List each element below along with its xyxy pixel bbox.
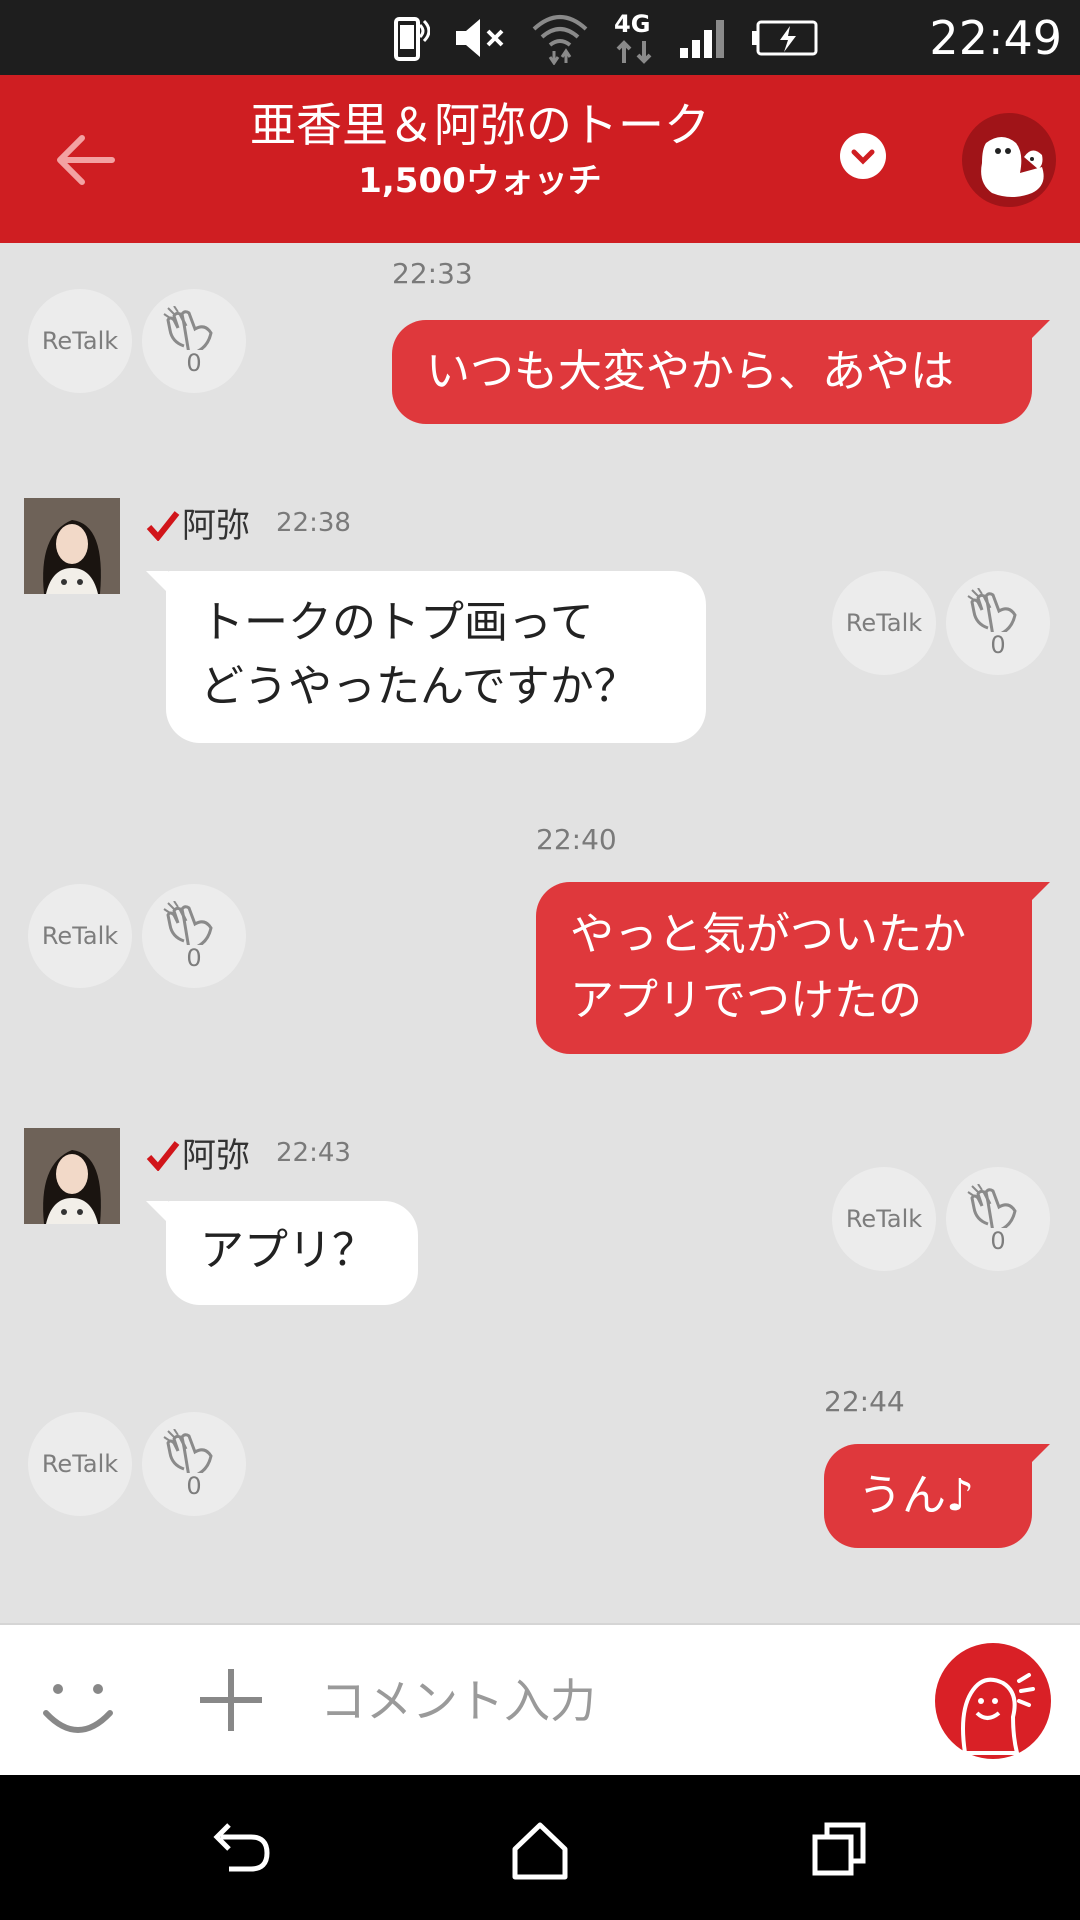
4g-icon: 4G bbox=[612, 11, 656, 65]
retalk-label: ReTalk bbox=[845, 1205, 923, 1233]
message-bubble-outgoing[interactable]: やっと気がついたか アプリでつけたの bbox=[536, 882, 1050, 1054]
clap-count: 0 bbox=[990, 631, 1006, 659]
shout-button[interactable] bbox=[935, 1643, 1051, 1759]
retalk-button[interactable]: ReTalk bbox=[832, 571, 936, 675]
clap-button[interactable]: 0 bbox=[946, 571, 1050, 675]
signal-icon bbox=[680, 19, 724, 58]
clap-button[interactable]: 0 bbox=[142, 1412, 246, 1516]
message-time: 22:38 bbox=[276, 508, 351, 538]
sender-avatar[interactable] bbox=[24, 1128, 120, 1224]
home-icon[interactable] bbox=[505, 1815, 575, 1885]
talk-title: 亜香里＆阿弥のトーク bbox=[250, 98, 710, 152]
plus-icon[interactable] bbox=[196, 1665, 266, 1735]
avatar-photo bbox=[24, 498, 120, 594]
smiley-icon[interactable] bbox=[40, 1665, 116, 1741]
message-time: 22:44 bbox=[824, 1385, 905, 1418]
retalk-label: ReTalk bbox=[845, 609, 923, 637]
message-time: 22:33 bbox=[392, 257, 473, 290]
talk-avatar[interactable] bbox=[962, 113, 1056, 207]
clap-icon bbox=[967, 1184, 1017, 1228]
message-bubble-incoming[interactable]: アプリ？ bbox=[146, 1201, 418, 1305]
clap-button[interactable]: 0 bbox=[946, 1167, 1050, 1271]
status-bar: 4G 22:49 bbox=[0, 0, 1080, 75]
back-nav-icon[interactable] bbox=[205, 1815, 275, 1885]
verified-check-icon bbox=[146, 511, 180, 541]
sender-name: 阿弥 bbox=[182, 1136, 250, 1176]
message-line: アプリでつけたの bbox=[570, 975, 922, 1026]
message-bubble-incoming[interactable]: トークのトプ画って どうやったんですか？ bbox=[146, 571, 706, 743]
chevron-down-icon bbox=[851, 149, 875, 165]
dropdown-button[interactable] bbox=[840, 133, 886, 179]
message-time: 22:40 bbox=[536, 823, 617, 856]
comment-bar bbox=[0, 1623, 1080, 1777]
clap-count: 0 bbox=[186, 944, 202, 972]
message-time: 22:43 bbox=[276, 1138, 351, 1168]
clap-icon bbox=[163, 1429, 213, 1473]
clap-icon bbox=[163, 901, 213, 945]
clap-icon bbox=[163, 306, 213, 350]
message-line: やっと気がついたか bbox=[570, 909, 966, 960]
clap-count: 0 bbox=[186, 349, 202, 377]
clap-count: 0 bbox=[990, 1227, 1006, 1255]
comment-input[interactable] bbox=[320, 1661, 900, 1741]
retalk-label: ReTalk bbox=[41, 922, 119, 950]
message-line: うん♪ bbox=[858, 1470, 975, 1521]
clap-button[interactable]: 0 bbox=[142, 289, 246, 393]
network-type: 4G bbox=[614, 9, 651, 38]
retalk-label: ReTalk bbox=[41, 327, 119, 355]
status-time: 22:49 bbox=[929, 11, 1062, 65]
chat-header: 亜香里＆阿弥のトーク 1,500ウォッチ bbox=[0, 75, 1080, 243]
retalk-button[interactable]: ReTalk bbox=[28, 289, 132, 393]
watch-count: 1,500ウォッチ bbox=[358, 161, 602, 201]
verified-check-icon bbox=[146, 1141, 180, 1171]
message-bubble-outgoing[interactable]: いつも大変やから、あやは bbox=[392, 320, 1050, 424]
message-bubble-outgoing[interactable]: うん♪ bbox=[824, 1444, 1050, 1548]
sender-name: 阿弥 bbox=[182, 506, 250, 546]
avatar-photo bbox=[24, 1128, 120, 1224]
clap-count: 0 bbox=[186, 1472, 202, 1500]
clap-icon bbox=[967, 588, 1017, 632]
clap-button[interactable]: 0 bbox=[142, 884, 246, 988]
message-line: どうやったんですか？ bbox=[200, 661, 638, 712]
message-line: トークのトプ画って bbox=[200, 597, 594, 648]
retalk-button[interactable]: ReTalk bbox=[832, 1167, 936, 1271]
message-line: アプリ？ bbox=[200, 1225, 376, 1276]
retalk-label: ReTalk bbox=[41, 1450, 119, 1478]
message-line: いつも大変やから、あやは bbox=[426, 346, 954, 397]
shout-mascot-icon bbox=[961, 1673, 1035, 1755]
status-icons: 4G bbox=[386, 10, 820, 65]
wifi-icon bbox=[532, 14, 588, 65]
mute-icon bbox=[456, 18, 504, 57]
sender-avatar[interactable] bbox=[24, 498, 120, 594]
retalk-button[interactable]: ReTalk bbox=[28, 1412, 132, 1516]
battery-charging-icon bbox=[752, 20, 818, 55]
ghost-mascot-icon bbox=[981, 137, 1044, 197]
retalk-button[interactable]: ReTalk bbox=[28, 884, 132, 988]
chat-area[interactable]: 22:33 ReTalk 0 いつも大変やから、あやは 阿弥 22:38 トーク… bbox=[0, 243, 1080, 1623]
recents-icon[interactable] bbox=[805, 1815, 875, 1885]
system-nav-bar bbox=[0, 1775, 1080, 1920]
vibrate-icon bbox=[394, 16, 430, 61]
back-arrow-icon[interactable] bbox=[50, 125, 120, 195]
